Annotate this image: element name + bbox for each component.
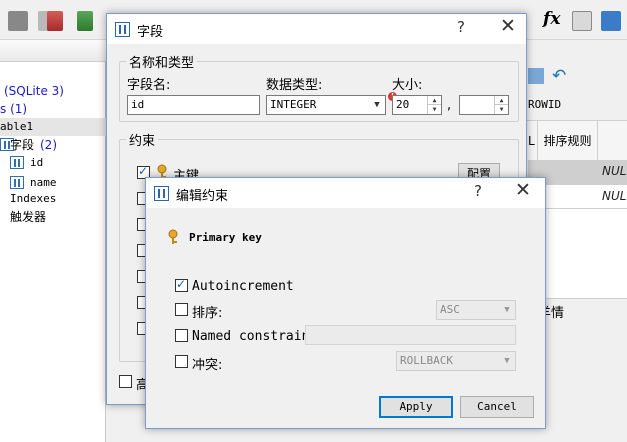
constraints-legend: 约束 [129, 134, 156, 149]
tree-field-id[interactable]: id [10, 154, 100, 172]
grid-icon[interactable] [528, 68, 544, 84]
help-button[interactable]: ? [468, 182, 488, 200]
sort-order-select[interactable]: ASC ▼ [436, 300, 516, 320]
export-icon[interactable] [77, 11, 93, 31]
size-separator: , [447, 98, 452, 113]
spin-down-icon[interactable]: ▼ [427, 105, 441, 114]
tree-tables[interactable]: s (1) [0, 100, 27, 118]
name-type-legend: 名称和类型 [129, 56, 195, 71]
conflict-label: 冲突: [192, 358, 223, 373]
null-cell: NULL [602, 164, 627, 178]
sql-editor-icon[interactable] [572, 11, 592, 31]
spin-up-icon[interactable]: ▲ [427, 96, 441, 105]
chevron-down-icon: ▼ [504, 305, 510, 315]
settings-grid-icon[interactable] [601, 11, 621, 31]
chevron-down-icon: ▼ [504, 356, 510, 366]
field-dialog-title: 字段 [137, 25, 164, 40]
bottom-checkbox[interactable] [119, 375, 132, 388]
help-button[interactable]: ? [451, 18, 471, 36]
chevron-down-icon: ▼ [374, 100, 380, 110]
named-constraint-input[interactable] [305, 325, 516, 345]
sort-order-checkbox[interactable] [175, 303, 188, 316]
field-dialog-titlebar: 字段 ? ✕ [107, 14, 526, 44]
database-tree-panel: (SQLite 3) s (1) able1 字段 (2) id name In… [0, 40, 106, 442]
edit-constraint-dialog: 编辑约束 ? ✕ Primary key Autoincrement 排序: A… [145, 177, 546, 429]
named-constraint-checkbox[interactable] [175, 329, 188, 342]
toolbar-icon-1[interactable] [8, 11, 28, 31]
field-icon [10, 156, 24, 169]
cancel-button[interactable]: Cancel [460, 396, 534, 418]
field-name-input[interactable]: id [127, 95, 260, 115]
fields-count: (2) [40, 138, 57, 152]
tree-indexes[interactable]: Indexes [0, 190, 56, 208]
rowid-label: ROWID [528, 98, 562, 111]
constraint-dialog-icon [154, 186, 169, 201]
tree-database[interactable]: (SQLite 3) [4, 82, 64, 100]
constraint-dialog-titlebar: 编辑约束 ? ✕ [146, 178, 545, 208]
indexes-label: Indexes [10, 192, 57, 205]
constraint-heading: Primary key [189, 231, 262, 244]
autoincrement-label: Autoincrement [192, 279, 294, 294]
autoincrement-checkbox[interactable] [175, 277, 188, 292]
db-name-label: (SQLite 3) [4, 84, 64, 98]
delete-table-icon[interactable] [47, 11, 63, 31]
size-label: 大小: [392, 78, 423, 93]
precision-spinbox[interactable]: ▲ ▼ [459, 95, 509, 115]
triggers-label: 触发器 [10, 210, 47, 224]
field-dialog-icon [115, 22, 130, 37]
spin-down-icon[interactable]: ▼ [494, 105, 508, 114]
conflict-select[interactable]: ROLLBACK ▼ [396, 351, 516, 371]
data-type-select[interactable]: INTEGER ▼ [266, 95, 386, 115]
tree-triggers[interactable]: 触发器 [0, 208, 46, 226]
data-type-value: INTEGER [270, 98, 317, 111]
col-sort-order[interactable]: 排序规则 [538, 121, 598, 161]
data-type-label: 数据类型: [266, 78, 323, 93]
field-name-label: 字段名: [127, 78, 171, 93]
tree-table1[interactable]: able1 [0, 118, 106, 136]
tree-header [0, 40, 106, 62]
null-cell: NULL [602, 189, 627, 203]
sort-order-value: ASC [440, 303, 460, 316]
spin-up-icon[interactable]: ▲ [494, 96, 508, 105]
field-icon [10, 176, 24, 189]
table-name-label: able1 [0, 120, 34, 133]
size-spinbox[interactable]: 20 ▲ ▼ [392, 95, 442, 115]
col-partial[interactable]: L [528, 121, 538, 161]
tables-label: s (1) [0, 102, 28, 116]
fields-label: 字段 [10, 138, 35, 152]
close-button[interactable]: ✕ [497, 15, 519, 37]
conflict-value: ROLLBACK [400, 354, 453, 367]
undo-icon[interactable]: ↶ [552, 66, 566, 86]
constraint-dialog-title: 编辑约束 [176, 189, 229, 204]
sort-order-label: 排序: [192, 306, 223, 321]
apply-button[interactable]: Apply [379, 396, 453, 418]
key-icon [168, 229, 178, 244]
close-button[interactable]: ✕ [512, 179, 534, 201]
function-icon[interactable]: fx [543, 9, 560, 29]
conflict-checkbox[interactable] [175, 355, 188, 368]
field-id-label: id [30, 156, 44, 169]
size-value: 20 [396, 98, 410, 111]
